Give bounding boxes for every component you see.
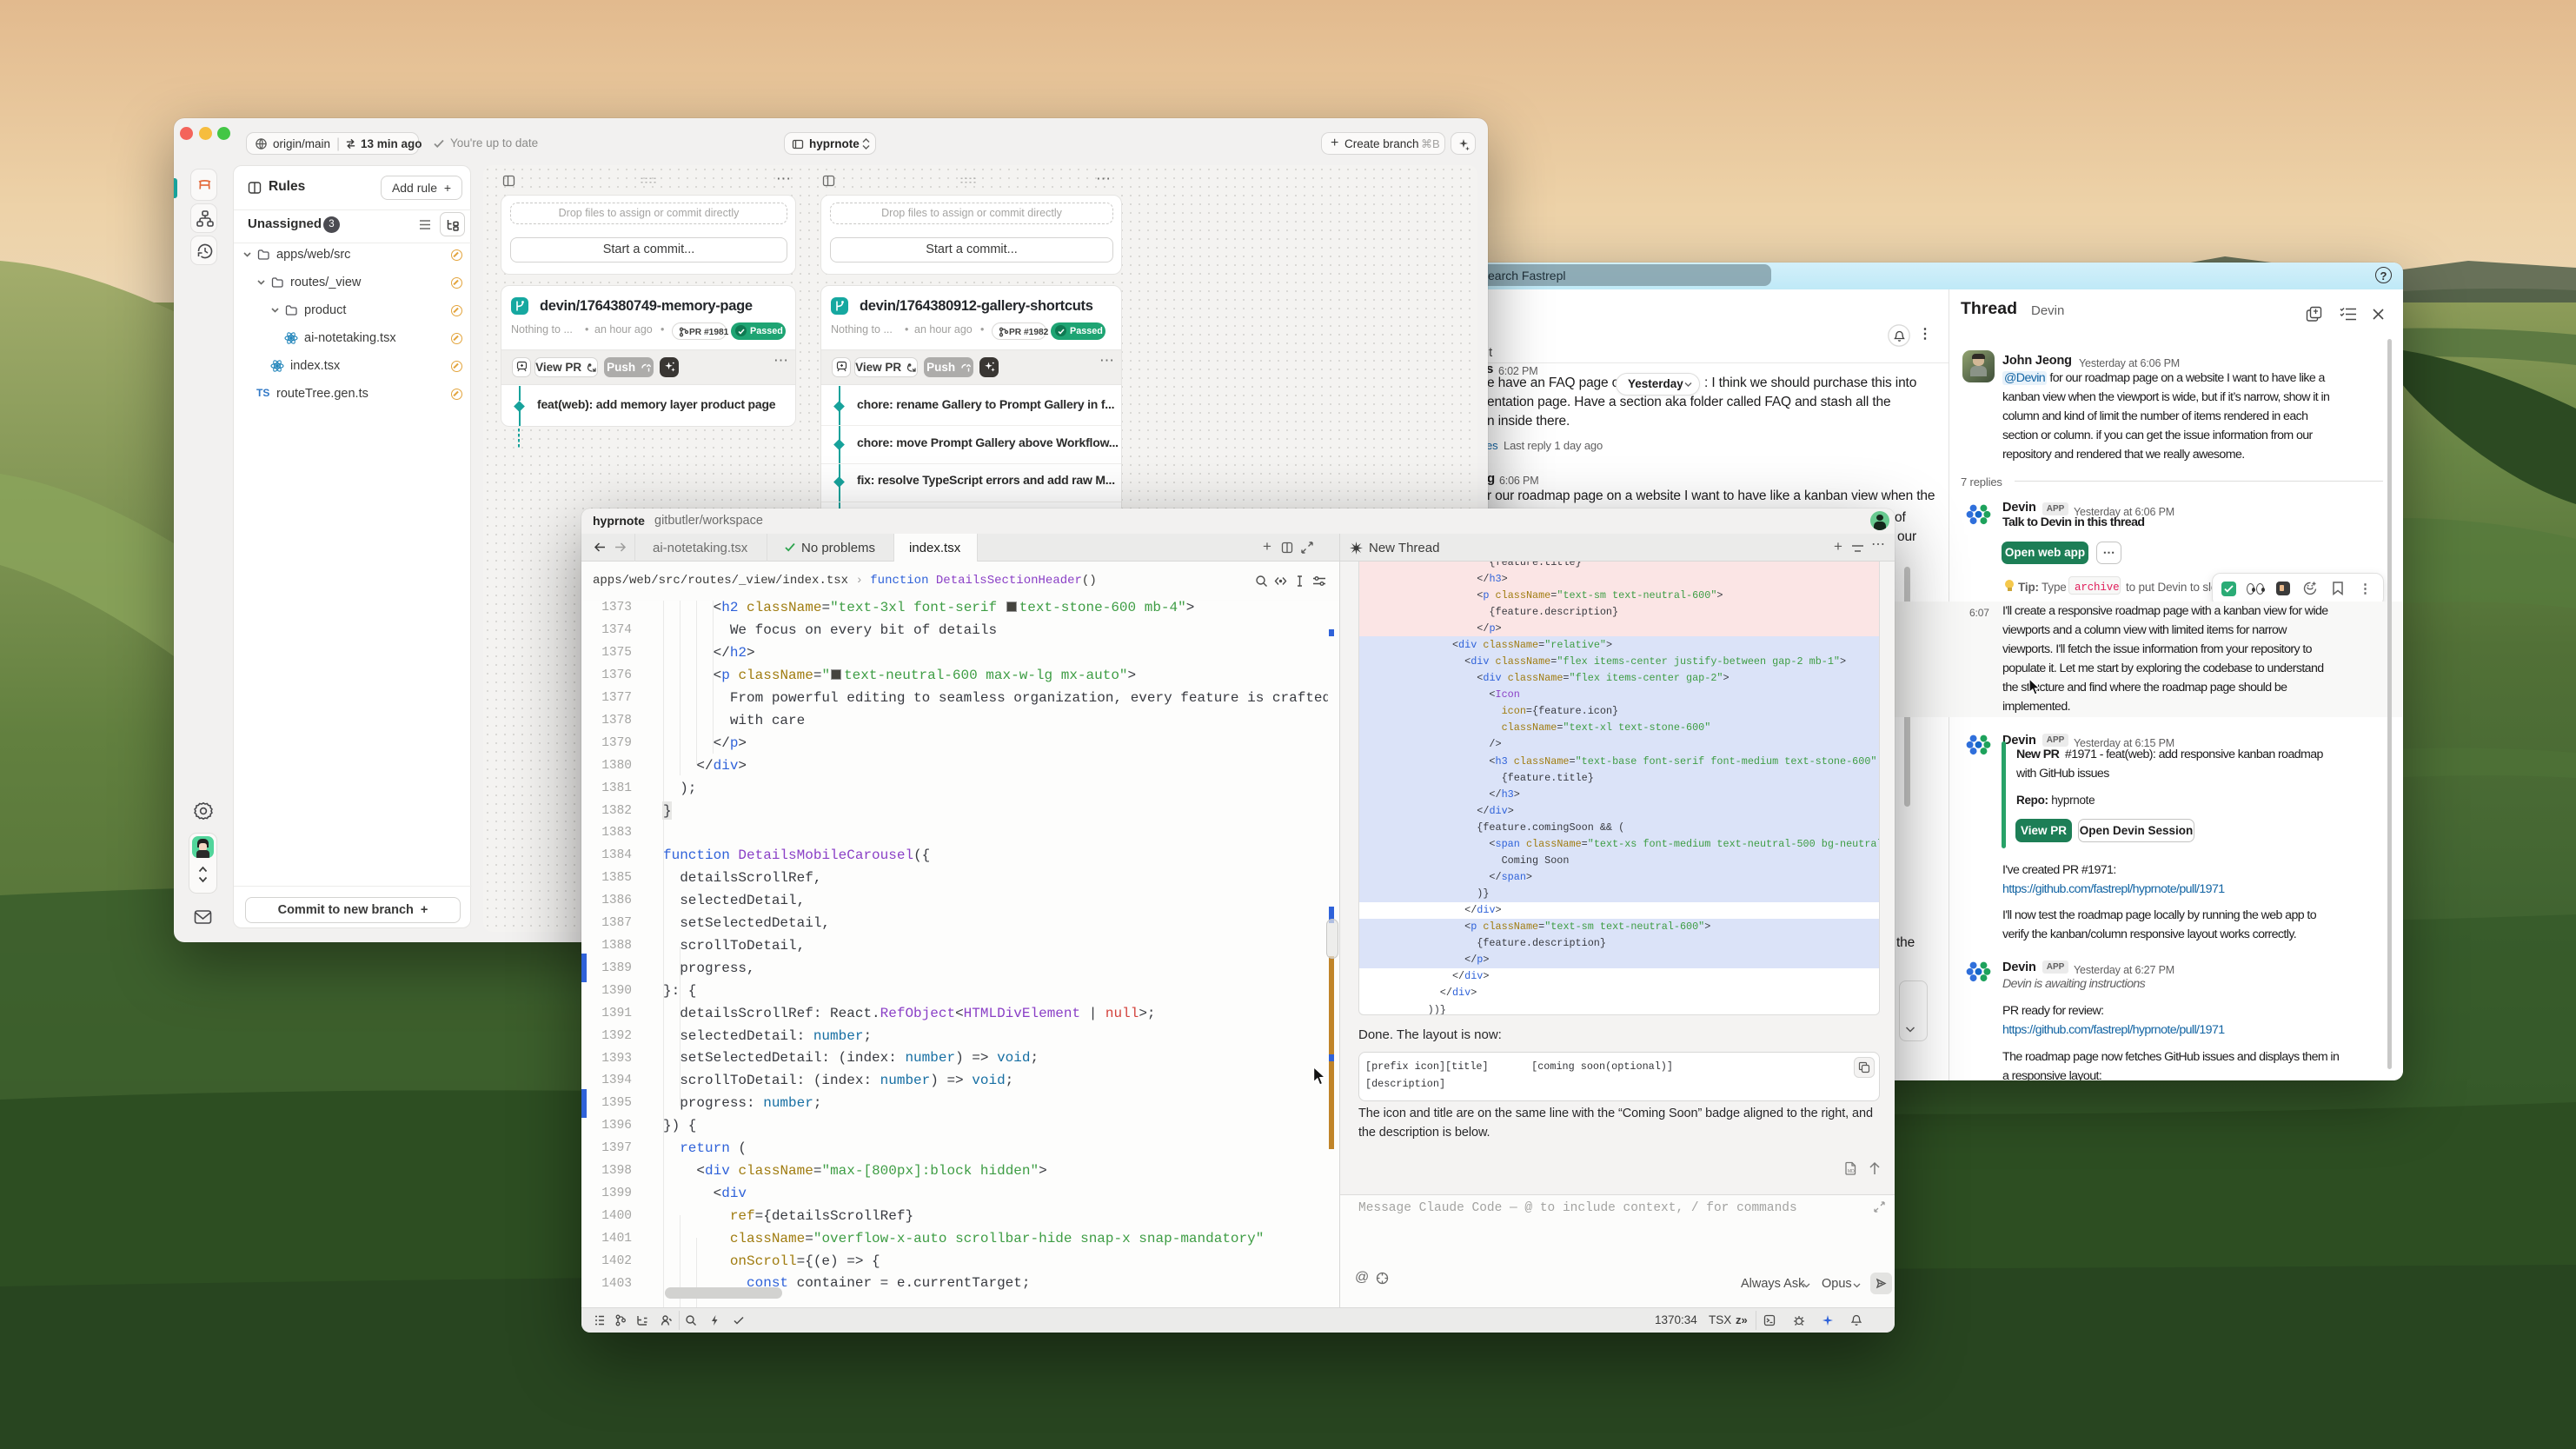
svg-text:MD: MD (1848, 1169, 1855, 1174)
